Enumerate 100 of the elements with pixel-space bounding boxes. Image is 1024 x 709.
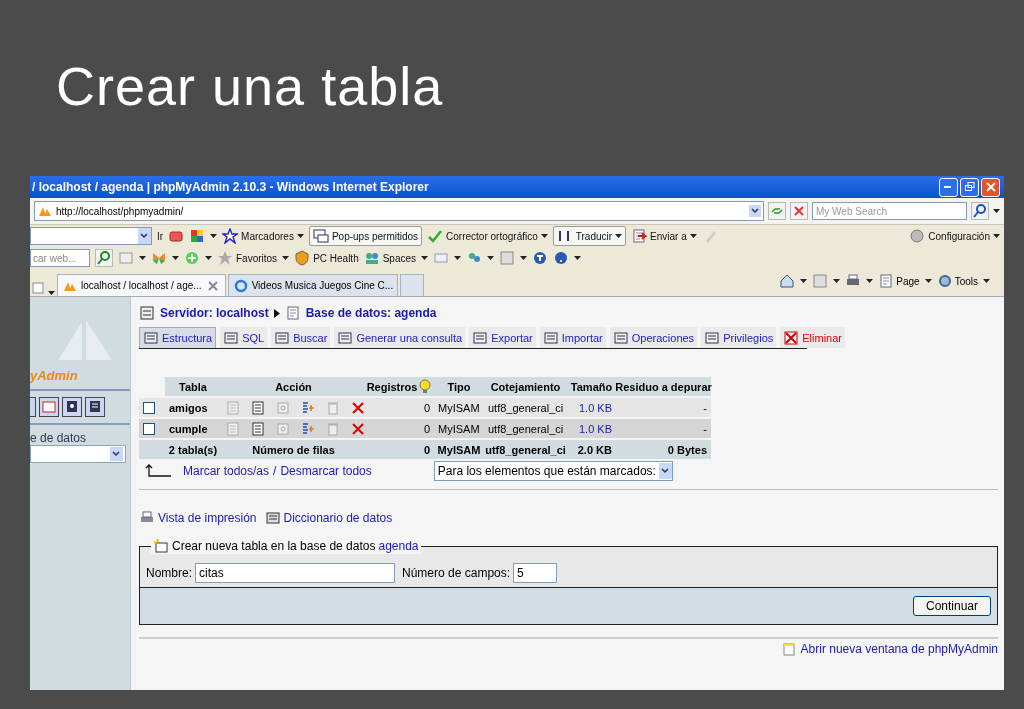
- caret-icon[interactable]: [205, 255, 212, 261]
- legend-text: Crear nueva tabla en la base de datos: [172, 539, 376, 553]
- home-icon[interactable]: [779, 273, 796, 289]
- settings-menu[interactable]: Configuración: [909, 228, 1000, 244]
- caret-icon[interactable]: [924, 278, 932, 284]
- tab[interactable]: Eliminar: [780, 327, 845, 348]
- document-icon: [87, 399, 103, 415]
- table-cell: utf8_general_ci: [484, 419, 567, 438]
- tab[interactable]: Privilegios: [701, 327, 777, 348]
- caret-icon[interactable]: [615, 233, 623, 239]
- caret-icon[interactable]: [487, 255, 495, 261]
- go-button[interactable]: Ir: [157, 230, 164, 242]
- restore-button[interactable]: [960, 177, 979, 197]
- unmark-all-link[interactable]: Desmarcar todos: [280, 464, 372, 478]
- with-selected-select[interactable]: Para los elementos que están marcados:: [433, 461, 673, 481]
- tab[interactable]: Exportar: [469, 327, 536, 348]
- print-view-link[interactable]: Vista de impresión: [158, 511, 257, 525]
- data-dictionary-link[interactable]: Diccionario de datos: [283, 511, 393, 525]
- caret-icon[interactable]: [296, 233, 304, 239]
- structure-icon: [250, 399, 266, 416]
- tab[interactable]: SQL: [220, 327, 268, 348]
- search-button[interactable]: [971, 202, 989, 220]
- field-count-field[interactable]: 5: [513, 563, 558, 583]
- server-link[interactable]: Servidor: localhost: [160, 306, 269, 320]
- tab[interactable]: Operaciones: [609, 327, 698, 348]
- tab[interactable]: Estructura: [139, 327, 217, 348]
- popups-button[interactable]: Pop-ups permitidos: [308, 226, 423, 246]
- continue-button[interactable]: Continuar: [912, 596, 991, 616]
- caret-icon[interactable]: [454, 255, 462, 261]
- tab-icon: [542, 329, 559, 346]
- caret-icon[interactable]: [520, 255, 528, 261]
- caret-icon[interactable]: [866, 278, 874, 284]
- mark-all-link[interactable]: Marcar todos/as: [183, 464, 270, 478]
- field-label: Nombre:: [146, 566, 192, 580]
- search-box[interactable]: [30, 227, 152, 245]
- caret-icon[interactable]: [689, 233, 697, 239]
- row-checkbox[interactable]: [143, 401, 155, 414]
- popup-icon: [312, 228, 329, 244]
- search-table-icon: [275, 420, 291, 437]
- drop-icon: [350, 399, 366, 416]
- home-button[interactable]: [30, 397, 36, 417]
- database-link[interactable]: agenda: [378, 539, 419, 553]
- row-checkbox[interactable]: [143, 422, 155, 435]
- caret-icon[interactable]: [800, 278, 808, 284]
- web-search-field[interactable]: car web...: [30, 249, 90, 267]
- refresh-button[interactable]: [768, 202, 786, 220]
- docs-button[interactable]: [85, 397, 105, 417]
- dropdown-icon[interactable]: [749, 205, 761, 217]
- caret-icon[interactable]: [540, 233, 548, 239]
- tab-icon: [612, 329, 629, 346]
- tab[interactable]: Buscar: [271, 327, 331, 348]
- caret-icon[interactable]: [139, 255, 146, 261]
- new-window-link[interactable]: Abrir nueva ventana de phpMyAdmin: [800, 642, 998, 656]
- table-cell: 1.0 KB: [567, 419, 616, 438]
- caret-icon[interactable]: [993, 208, 1000, 214]
- favorites-menu[interactable]: Favoritos: [217, 250, 278, 266]
- table-cell: MyISAM: [434, 398, 484, 417]
- bulb-icon: [417, 378, 434, 395]
- blocks-icon[interactable]: [189, 228, 206, 244]
- column-header: Acción: [221, 377, 366, 396]
- stop-button[interactable]: [790, 202, 808, 220]
- search-button[interactable]: [95, 249, 113, 267]
- spaces-menu[interactable]: Spaces: [363, 250, 417, 266]
- send-icon: [631, 228, 648, 244]
- page-menu[interactable]: Page: [878, 273, 920, 289]
- table-cell: [139, 440, 165, 459]
- caret-icon[interactable]: [210, 233, 218, 239]
- close-button[interactable]: [981, 177, 1000, 197]
- column-header: Tabla: [165, 377, 221, 396]
- caret-icon[interactable]: [993, 233, 1000, 239]
- address-field[interactable]: http://localhost/phpmyadmin/: [34, 201, 764, 221]
- table-cell: 0 Bytes: [616, 440, 711, 459]
- arrow-icon: [273, 308, 280, 318]
- structure-icon: [250, 420, 266, 437]
- database-link[interactable]: Base de datos: agenda: [305, 306, 437, 320]
- pc-health-button[interactable]: PC Health: [294, 250, 359, 266]
- caret-icon[interactable]: [282, 255, 290, 261]
- send-menu[interactable]: Enviar a: [631, 228, 697, 244]
- tab[interactable]: Importar: [539, 327, 606, 348]
- browser-tab[interactable]: Videos Musica Juegos Cine C...: [227, 274, 399, 296]
- caret-icon[interactable]: [574, 255, 582, 261]
- spellcheck-menu[interactable]: Corrector ortográfico: [427, 228, 548, 244]
- tab-icon: [143, 330, 159, 346]
- browse-icon: [225, 420, 241, 437]
- separator: /: [273, 464, 277, 478]
- caret-icon[interactable]: [983, 278, 990, 284]
- drop-icon: [783, 329, 800, 346]
- browser-tab[interactable]: localhost / localhost / age...: [57, 274, 226, 296]
- name-field[interactable]: citas: [195, 563, 395, 583]
- translate-button[interactable]: Traducir: [552, 226, 627, 246]
- tools-menu[interactable]: Tools: [936, 273, 978, 289]
- bookmarks-menu[interactable]: Marcadores: [222, 228, 304, 244]
- minimize-button[interactable]: [939, 177, 958, 197]
- caret-icon[interactable]: [833, 278, 841, 284]
- caret-icon[interactable]: [421, 255, 429, 261]
- tab[interactable]: Generar una consulta: [334, 327, 466, 348]
- page-icon: [878, 273, 895, 289]
- refresh-icon: [771, 206, 783, 216]
- table-cell: Número de filas: [221, 440, 366, 459]
- caret-icon[interactable]: [172, 255, 179, 261]
